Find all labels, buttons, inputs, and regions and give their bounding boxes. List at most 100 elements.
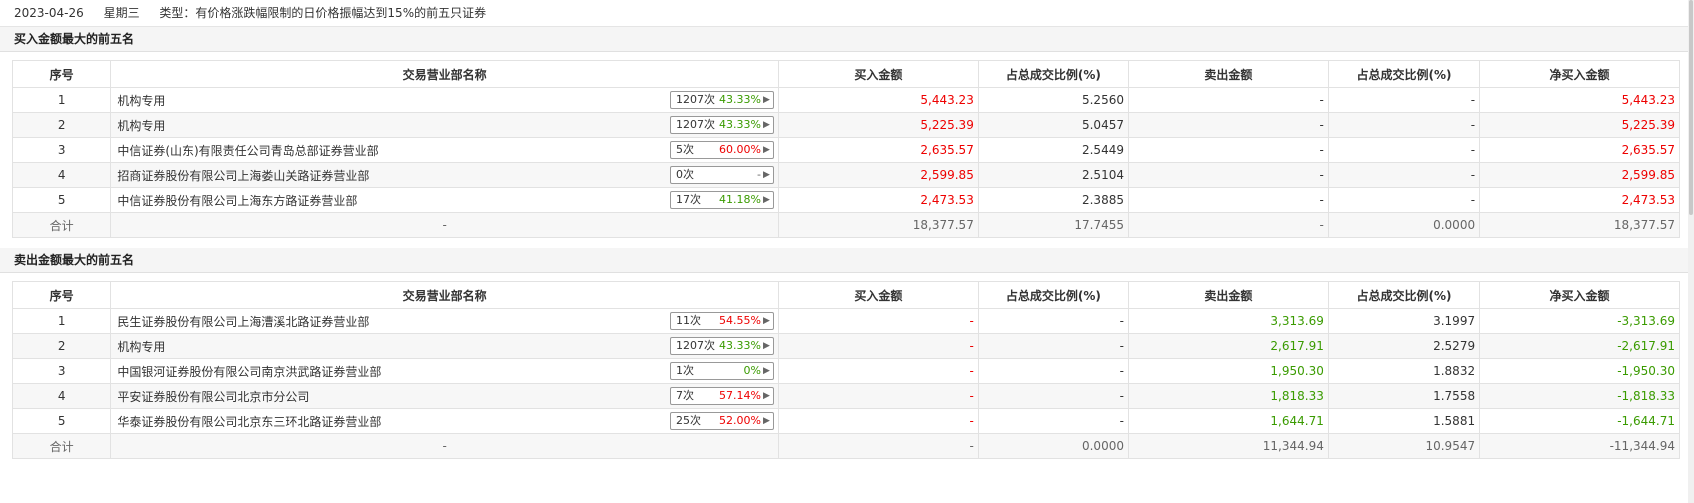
branch-name-link[interactable]: 机构专用: [115, 119, 165, 133]
table-header-row: 序号 交易营业部名称 买入金额 占总成交比例(%) 卖出金额 占总成交比例(%)…: [11, 281, 1680, 309]
row-net: 5,225.39: [1479, 112, 1680, 138]
row-sell-pct: -: [1327, 137, 1481, 163]
row-buy-pct: 5.0457: [977, 112, 1129, 138]
branch-rate: 41.18%: [719, 193, 761, 206]
row-sell: 1,818.33: [1127, 383, 1329, 409]
chevron-right-icon: ▶: [763, 416, 770, 426]
row-sell-pct: -: [1327, 162, 1481, 188]
col-sell-pct: 占总成交比例(%): [1327, 60, 1481, 88]
row-net: 2,473.53: [1479, 187, 1680, 213]
row-buy-pct: -: [977, 308, 1129, 334]
row-sell: 3,313.69: [1127, 308, 1329, 334]
branch-name-link[interactable]: 民生证券股份有限公司上海漕溪北路证券营业部: [115, 315, 369, 329]
row-buy-pct: -: [977, 408, 1129, 434]
branch-stats-tag[interactable]: 25次 52.00% ▶: [669, 412, 774, 430]
col-net: 净买入金额: [1479, 60, 1680, 88]
row-sell: -: [1127, 187, 1329, 213]
row-name-cell: 中信证券股份有限公司上海东方路证券营业部 17次 41.18% ▶: [110, 187, 779, 213]
row-sell-pct: -: [1327, 187, 1481, 213]
table-row: 4 招商证券股份有限公司上海娄山关路证券营业部 0次 - ▶ 2,599.85 2.5104…: [11, 162, 1680, 188]
row-seq: 3: [11, 137, 112, 163]
row-buy: 5,443.23: [777, 87, 979, 113]
type-text: 类型：有价格涨跌幅限制的日价格振幅达到15%的前五只证券: [159, 6, 487, 20]
branch-name-link[interactable]: 机构专用: [115, 94, 165, 108]
buy-section: 买入金额最大的前五名 序号 交易营业部名称 买入金额 占总成交比例(%) 卖出金…: [0, 27, 1694, 248]
branch-times: 17次: [675, 193, 701, 206]
branch-stats-tag[interactable]: 0次 - ▶: [669, 166, 774, 184]
row-sell: -: [1127, 87, 1329, 113]
table-row: 1 机构专用 1207次 43.33% ▶ 5,443.23 5.2560- -5,443.2…: [11, 87, 1680, 113]
total-sell-pct: 0.0000: [1327, 212, 1481, 238]
row-seq: 4: [11, 383, 112, 409]
branch-stats-tag[interactable]: 1207次 43.33% ▶: [669, 337, 774, 355]
row-buy-pct: -: [977, 358, 1129, 384]
branch-rate: 52.00%: [719, 414, 761, 427]
weekday-text: 星期三: [103, 6, 140, 20]
branch-times: 25次: [675, 414, 701, 427]
row-name-cell: 机构专用 1207次 43.33% ▶: [110, 87, 779, 113]
row-seq: 2: [11, 112, 112, 138]
total-net: 18,377.57: [1479, 212, 1680, 238]
total-label: 合计: [11, 433, 112, 459]
col-buy: 买入金额: [777, 281, 979, 309]
row-buy: -: [777, 333, 979, 359]
col-buy-pct: 占总成交比例(%): [977, 281, 1129, 309]
row-name-cell: 机构专用 1207次 43.33% ▶: [110, 333, 779, 359]
row-net: 5,443.23: [1479, 87, 1680, 113]
branch-rate: 43.33%: [719, 93, 761, 106]
branch-stats-tag[interactable]: 7次 57.14% ▶: [669, 387, 774, 405]
chevron-right-icon: ▶: [763, 366, 770, 376]
col-seq: 序号: [11, 60, 112, 88]
total-sell: 11,344.94: [1127, 433, 1329, 459]
chevron-right-icon: ▶: [763, 195, 770, 205]
scrollbar-thumb[interactable]: [1689, 0, 1693, 215]
row-buy: -: [777, 358, 979, 384]
branch-stats-tag[interactable]: 11次 54.55% ▶: [669, 312, 774, 330]
row-buy: 5,225.39: [777, 112, 979, 138]
branch-name-link[interactable]: 机构专用: [115, 340, 165, 354]
branch-rate: 43.33%: [719, 339, 761, 352]
branch-rate: 57.14%: [719, 389, 761, 402]
row-sell-pct: 1.7558: [1327, 383, 1481, 409]
total-buy: 18,377.57: [777, 212, 979, 238]
row-net: -1,818.33: [1479, 383, 1680, 409]
branch-stats-tag[interactable]: 1207次 43.33% ▶: [669, 91, 774, 109]
row-sell-pct: 2.5279: [1327, 333, 1481, 359]
chevron-right-icon: ▶: [763, 95, 770, 105]
chevron-right-icon: ▶: [763, 170, 770, 180]
row-net: -3,313.69: [1479, 308, 1680, 334]
col-net: 净买入金额: [1479, 281, 1680, 309]
branch-times: 5次: [675, 143, 694, 156]
total-buy-pct: 0.0000: [977, 433, 1129, 459]
branch-name-link[interactable]: 华泰证券股份有限公司北京东三环北路证券营业部: [115, 415, 381, 429]
branch-name-link[interactable]: 中国银河证券股份有限公司南京洪武路证券营业部: [115, 365, 381, 379]
vertical-scrollbar[interactable]: [1688, 0, 1694, 503]
row-sell-pct: 1.5881: [1327, 408, 1481, 434]
branch-stats-tag[interactable]: 17次 41.18% ▶: [669, 191, 774, 209]
total-sell-pct: 10.9547: [1327, 433, 1481, 459]
branch-name-link[interactable]: 平安证券股份有限公司北京市分公司: [115, 390, 309, 404]
total-row: 合计 - -0.0000 11,344.94 10.9547 -11,344.94: [11, 433, 1680, 459]
total-buy: -: [777, 433, 979, 459]
row-name-cell: 华泰证券股份有限公司北京东三环北路证券营业部 25次 52.00% ▶: [110, 408, 779, 434]
date-text: 2023-04-26: [14, 6, 84, 20]
branch-stats-tag[interactable]: 5次 60.00% ▶: [669, 141, 774, 159]
branch-times: 1207次: [675, 93, 715, 106]
branch-stats-tag[interactable]: 1207次 43.33% ▶: [669, 116, 774, 134]
row-seq: 4: [11, 162, 112, 188]
row-sell-pct: 3.1997: [1327, 308, 1481, 334]
col-buy-pct: 占总成交比例(%): [977, 60, 1129, 88]
total-name: -: [110, 433, 779, 459]
row-buy: -: [777, 308, 979, 334]
branch-name-link[interactable]: 中信证券(山东)有限责任公司青岛总部证券营业部: [115, 144, 378, 158]
row-sell: -: [1127, 162, 1329, 188]
branch-name-link[interactable]: 招商证券股份有限公司上海娄山关路证券营业部: [115, 169, 369, 183]
table-row: 5 中信证券股份有限公司上海东方路证券营业部 17次 41.18% ▶ 2,473.53 2…: [11, 187, 1680, 213]
col-buy: 买入金额: [777, 60, 979, 88]
branch-times: 1207次: [675, 339, 715, 352]
branch-stats-tag[interactable]: 1次 0% ▶: [669, 362, 774, 380]
row-sell: 1,644.71: [1127, 408, 1329, 434]
total-buy-pct: 17.7455: [977, 212, 1129, 238]
branch-times: 7次: [675, 389, 694, 402]
branch-name-link[interactable]: 中信证券股份有限公司上海东方路证券营业部: [115, 194, 357, 208]
